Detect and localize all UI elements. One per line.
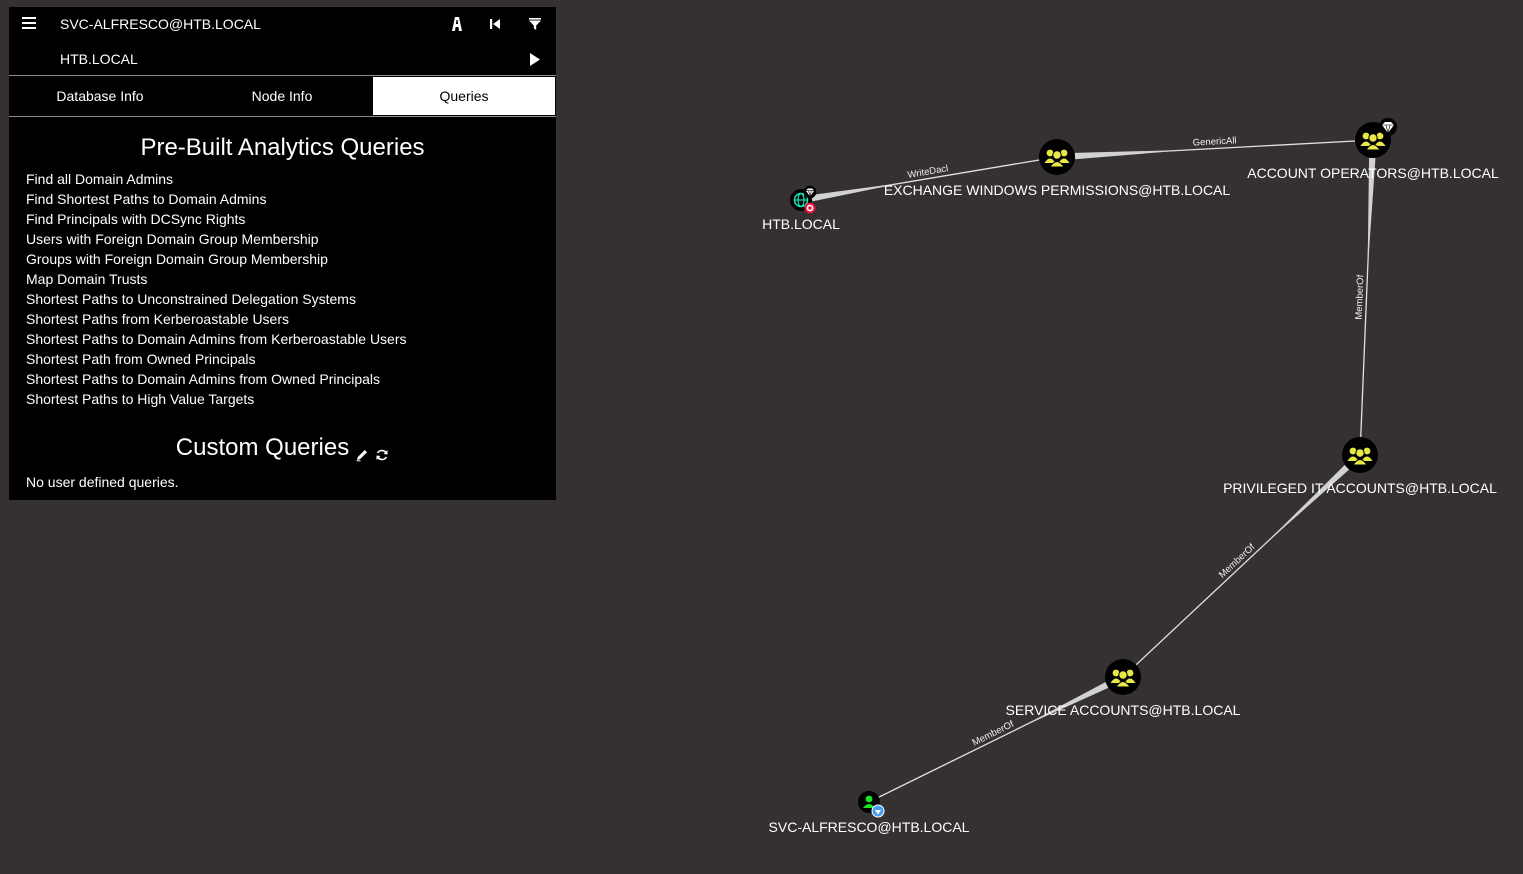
prebuilt-query-item[interactable]: Find Principals with DCSync Rights [26, 209, 556, 229]
prebuilt-queries-title: Pre-Built Analytics Queries [140, 134, 425, 161]
prebuilt-query-item[interactable]: Map Domain Trusts [26, 269, 556, 289]
edge-memberof[interactable]: MemberOf [878, 682, 1109, 798]
node-svc[interactable]: SVC-ALFRESCO@HTB.LOCAL [769, 791, 970, 835]
node-label: PRIVILEGED IT ACCOUNTS@HTB.LOCAL [1223, 480, 1497, 496]
no-custom-queries-text: No user defined queries. [26, 474, 179, 490]
custom-queries-title: Custom Queries [175, 434, 350, 461]
pathfinding-icon[interactable] [447, 14, 467, 34]
refresh-icon[interactable] [375, 441, 389, 461]
queries-content: Pre-Built Analytics Queries Find all Dom… [9, 134, 556, 500]
edit-icon[interactable] [355, 441, 369, 462]
back-icon[interactable] [485, 14, 505, 34]
play-icon[interactable] [525, 49, 545, 69]
node-label: SVC-ALFRESCO@HTB.LOCAL [769, 819, 970, 835]
prebuilt-query-item[interactable]: Find Shortest Paths to Domain Admins [26, 189, 556, 209]
edge-memberof[interactable]: MemberOf [1354, 157, 1376, 438]
edge-label: GenericAll [1192, 135, 1236, 148]
tab-node-info[interactable]: Node Info [191, 76, 373, 116]
high-value-diamond-icon [1379, 118, 1397, 136]
edge-arrow [1074, 149, 1189, 160]
start-node-input[interactable]: SVC-ALFRESCO@HTB.LOCAL [60, 16, 261, 32]
prebuilt-query-item[interactable]: Shortest Paths from Kerberoastable Users [26, 309, 556, 329]
panel-tabs: Database Info Node Info Queries [9, 76, 556, 117]
node-label: ACCOUNT OPERATORS@HTB.LOCAL [1247, 165, 1499, 181]
target-node-row: HTB.LOCAL [9, 41, 556, 76]
edge-label: MemberOf [1354, 274, 1367, 320]
prebuilt-query-item[interactable]: Shortest Paths to Domain Admins from Own… [26, 369, 556, 389]
node-label: HTB.LOCAL [762, 216, 840, 232]
owned-skull-icon [871, 804, 885, 818]
node-pit[interactable]: PRIVILEGED IT ACCOUNTS@HTB.LOCAL [1223, 437, 1497, 496]
node-ao[interactable]: ACCOUNT OPERATORS@HTB.LOCAL [1247, 118, 1499, 181]
prebuilt-query-item[interactable]: Groups with Foreign Domain Group Members… [26, 249, 556, 269]
target-node-input[interactable]: HTB.LOCAL [60, 51, 138, 67]
prebuilt-query-list: Find all Domain Admins Find Shortest Path… [26, 169, 556, 409]
search-panel: SVC-ALFRESCO@HTB.LOCAL HTB.LOCAL Databas… [9, 7, 556, 500]
start-node-row: SVC-ALFRESCO@HTB.LOCAL [9, 7, 556, 41]
node-sa[interactable]: SERVICE ACCOUNTS@HTB.LOCAL [1006, 659, 1241, 718]
tab-queries[interactable]: Queries [373, 77, 555, 115]
node-label: EXCHANGE WINDOWS PERMISSIONS@HTB.LOCAL [884, 182, 1231, 198]
node-label: SERVICE ACCOUNTS@HTB.LOCAL [1006, 702, 1241, 718]
edge-label: MemberOf [1217, 542, 1258, 581]
prebuilt-query-item[interactable]: Users with Foreign Domain Group Membersh… [26, 229, 556, 249]
filter-icon[interactable] [525, 14, 545, 34]
edge-arrow [1261, 464, 1350, 548]
node-domain[interactable]: HTB.LOCAL [762, 185, 840, 232]
prebuilt-query-item[interactable]: Find all Domain Admins [26, 169, 556, 189]
target-icon [804, 202, 816, 214]
high-value-diamond-icon [803, 185, 817, 199]
edge-genericall[interactable]: GenericAll [1074, 135, 1356, 160]
prebuilt-query-item[interactable]: Shortest Path from Owned Principals [26, 349, 556, 369]
prebuilt-query-item[interactable]: Shortest Paths to Unconstrained Delegati… [26, 289, 556, 309]
prebuilt-query-item[interactable]: Shortest Paths to Domain Admins from Ker… [26, 329, 556, 349]
custom-queries-header: Custom Queries [9, 434, 556, 462]
tab-database-info[interactable]: Database Info [9, 76, 191, 116]
menu-icon[interactable] [22, 14, 36, 32]
prebuilt-query-item[interactable]: Shortest Paths to High Value Targets [26, 389, 556, 409]
